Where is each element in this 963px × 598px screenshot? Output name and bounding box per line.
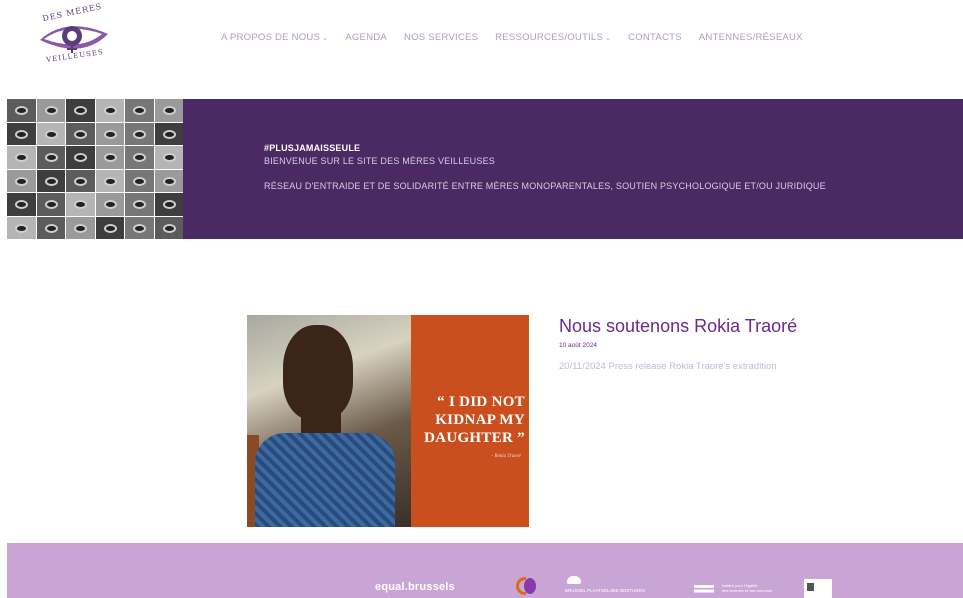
eye-photo [66, 99, 95, 122]
eye-photo [95, 193, 124, 216]
site-logo[interactable]: DES MÈRES VEILLEUSES [36, 2, 116, 70]
partner-brussel-plaatselijke-besturen[interactable]: BRUSSEL PLAATSELIJKE BESTUREN [565, 576, 645, 594]
hero-hashtag: #PLUSJAMAISSEULE [264, 143, 361, 153]
nav-item-a-propos[interactable]: A PROPOS DE NOUS ⌄ [221, 32, 328, 43]
nav-item-label: AGENDA [345, 32, 387, 43]
quote-line: “ I DID NOT [437, 394, 525, 410]
nav-item-label: RESSOURCES/OUTILS [495, 32, 604, 43]
eye-photo [95, 216, 124, 239]
partner-equal-brussels[interactable]: equal.brussels [375, 581, 455, 593]
eye-photo [154, 146, 183, 169]
post-title-link[interactable]: Nous soutenons Rokia Traoré [559, 316, 797, 337]
chevron-down-icon: ⌄ [322, 34, 329, 42]
nav-item-label: NOS SERVICES [403, 32, 479, 43]
partner-small-logo[interactable] [804, 579, 832, 598]
eye-photo [36, 193, 65, 216]
eye-photo [66, 193, 95, 216]
eye-photo [66, 146, 95, 169]
post-date: 10 août 2024 [559, 342, 597, 349]
quote-line: KIDNAP MY [435, 412, 525, 428]
nav-item-antennes-reseaux[interactable]: ANTENNES/RÉSEAUX [699, 32, 803, 43]
eye-photo [154, 216, 183, 239]
eye-photo [36, 216, 65, 239]
eye-photo [7, 99, 36, 122]
nav-item-label: CONTACTS [628, 32, 682, 43]
eye-photo [154, 169, 183, 192]
eye-photo [95, 99, 124, 122]
eye-photo [125, 169, 154, 192]
quote-author: - Rokia Traoré [491, 454, 521, 459]
eye-photo [95, 169, 124, 192]
nav-item-label: A PROPOS DE NOUS [221, 32, 321, 43]
partner-brussel-text: BRUSSEL PLAATSELIJKE BESTUREN [565, 588, 645, 593]
hero-welcome: BIENVENUE SUR LE SITE DES MÈRES VEILLEUS… [264, 156, 495, 166]
eye-photo [95, 122, 124, 145]
partner-fwb-logo[interactable] [516, 576, 540, 596]
iefh-logo-icon [694, 585, 714, 595]
nav-item-nos-services[interactable]: NOS SERVICES [404, 32, 478, 43]
eye-photo [7, 146, 36, 169]
post-featured-image[interactable]: “ I DID NOT KIDNAP MY DAUGHTER ” - Rokia… [247, 315, 529, 527]
eye-photo [125, 122, 154, 145]
chevron-down-icon: ⌄ [605, 34, 612, 42]
eye-photo [66, 169, 95, 192]
hero-banner: #PLUSJAMAISSEULE BIENVENUE SUR LE SITE D… [7, 99, 963, 239]
eyes-collage-image [7, 99, 183, 239]
eye-photo [7, 216, 36, 239]
nav-item-agenda[interactable]: AGENDA [345, 32, 387, 43]
hero-text: #PLUSJAMAISSEULE BIENVENUE SUR LE SITE D… [264, 143, 826, 191]
post-excerpt: 20/11/2024 Press release Rokia Traore's … [559, 361, 777, 372]
partner-iefh-line2: des femmes et des hommes [722, 588, 773, 593]
eye-photo [125, 216, 154, 239]
eye-photo [154, 99, 183, 122]
eye-photo [7, 122, 36, 145]
eye-photo [95, 146, 124, 169]
nav-item-contacts[interactable]: CONTACTS [628, 32, 682, 43]
quote-text: “ I DID NOT KIDNAP MY DAUGHTER ” [414, 393, 525, 447]
eye-photo [125, 146, 154, 169]
eye-photo [36, 99, 65, 122]
hero-tagline: RÉSEAU D'ENTRAIDE ET DE SOLIDARITÉ ENTRE… [264, 181, 826, 191]
eye-photo [36, 122, 65, 145]
quote-panel: “ I DID NOT KIDNAP MY DAUGHTER ” - Rokia… [411, 315, 529, 527]
main-nav: A PROPOS DE NOUS ⌄ AGENDA NOS SERVICES R… [221, 32, 820, 43]
eye-photo [7, 193, 36, 216]
eye-photo [36, 169, 65, 192]
partner-institut-egalite[interactable]: Institut pour l'égalité des femmes et de… [694, 583, 773, 595]
portrait-photo [247, 315, 411, 527]
portrait-face [283, 325, 353, 420]
eye-photo [66, 122, 95, 145]
eye-photo [125, 193, 154, 216]
quote-line: DAUGHTER ” [424, 430, 525, 446]
eye-photo [66, 216, 95, 239]
eye-photo [154, 122, 183, 145]
eye-photo [36, 146, 65, 169]
fwb-logo-icon [524, 578, 536, 594]
partner-logo-icon [807, 583, 814, 591]
eye-photo [7, 169, 36, 192]
nav-item-label: ANTENNES/RÉSEAUX [698, 32, 803, 43]
partners-footer: equal.brussels BRUSSEL PLAATSELIJKE BEST… [7, 543, 963, 598]
eye-photo [154, 193, 183, 216]
nav-item-ressources-outils[interactable]: RESSOURCES/OUTILS ⌄ [495, 32, 611, 43]
brussel-logo-icon [567, 576, 581, 584]
site-header: DES MÈRES VEILLEUSES A PROPOS DE NOUS ⌄ … [0, 0, 963, 80]
portrait-dress [255, 433, 395, 527]
eye-photo [125, 99, 154, 122]
